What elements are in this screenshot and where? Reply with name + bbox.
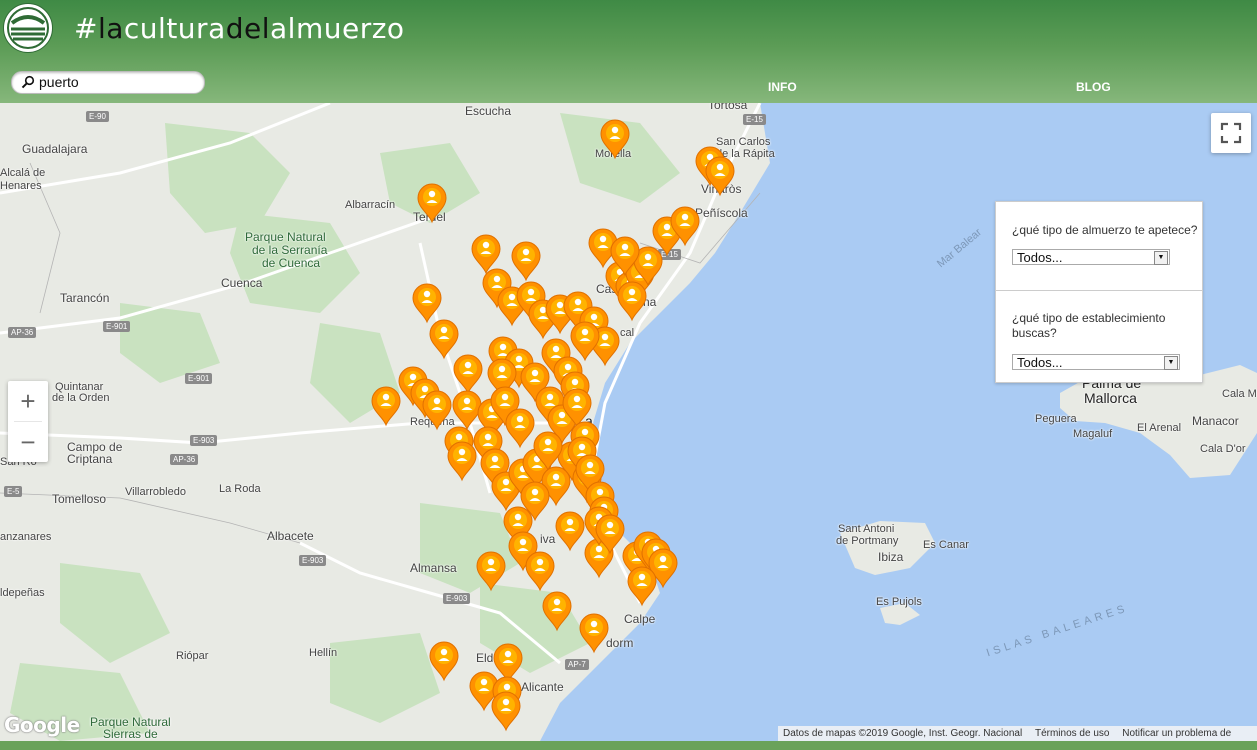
- map-marker[interactable]: [429, 641, 459, 682]
- map-attribution: Datos de mapas ©2019 Google, Inst. Geogr…: [778, 726, 1257, 741]
- map-marker[interactable]: [453, 354, 483, 395]
- map-marker[interactable]: [600, 119, 630, 160]
- map-marker[interactable]: [491, 691, 521, 732]
- map-data-credit: Datos de mapas ©2019 Google, Inst. Geogr…: [783, 728, 1023, 739]
- map-marker[interactable]: [617, 281, 647, 322]
- map-marker[interactable]: [505, 408, 535, 449]
- map-marker[interactable]: [627, 566, 657, 607]
- map-marker[interactable]: [476, 551, 506, 592]
- search-icon: [21, 75, 35, 89]
- search-box[interactable]: [11, 71, 205, 94]
- map-marker[interactable]: [412, 283, 442, 324]
- zoom-out-button[interactable]: −: [8, 422, 48, 462]
- map-marker[interactable]: [511, 241, 541, 282]
- title-part-del: del: [225, 12, 271, 45]
- map-marker[interactable]: [371, 386, 401, 427]
- title-part-cultura: cultura: [123, 12, 226, 45]
- establishment-type-value: Todos...: [1017, 355, 1063, 370]
- map-marker[interactable]: [705, 156, 735, 197]
- chevron-down-icon: ▼: [1164, 356, 1178, 370]
- site-title[interactable]: #laculturadelalmuerzo: [74, 12, 405, 45]
- map-marker[interactable]: [452, 390, 482, 431]
- establishment-type-select[interactable]: Todos... ▼: [1012, 354, 1180, 370]
- nav-blog-link[interactable]: BLOG: [1076, 80, 1111, 94]
- zoom-control: + −: [8, 381, 48, 462]
- filter-question-almuerzo: ¿qué tipo de almuerzo te apetece?: [1012, 223, 1198, 237]
- filter-divider: [996, 290, 1202, 291]
- search-input[interactable]: [39, 73, 199, 91]
- zoom-in-button[interactable]: +: [8, 381, 48, 421]
- site-logo[interactable]: [3, 3, 53, 53]
- filter-question-establecimiento: ¿qué tipo de establecimiento buscas?: [1012, 311, 1166, 340]
- fullscreen-icon: [1220, 122, 1242, 144]
- nav-info-link[interactable]: INFO: [768, 80, 797, 94]
- map-marker[interactable]: [471, 234, 501, 275]
- map-marker[interactable]: [555, 511, 585, 552]
- filter-panel: ¿qué tipo de almuerzo te apetece? Todos.…: [995, 201, 1203, 383]
- almuerzo-type-select[interactable]: Todos... ▼: [1012, 249, 1170, 265]
- map-marker[interactable]: [542, 591, 572, 632]
- title-part-almuerzo: almuerzo: [270, 12, 405, 45]
- map-marker[interactable]: [570, 321, 600, 362]
- title-part-la: la: [97, 12, 124, 45]
- terms-link[interactable]: Términos de uso: [1030, 728, 1114, 739]
- map-marker[interactable]: [579, 613, 609, 654]
- footer-bar: [0, 741, 1257, 750]
- header-bar: #laculturadelalmuerzo INFO BLOG: [0, 0, 1257, 103]
- map-canvas[interactable]: Escucha Tortosa San Carlos de la Rápita …: [0, 103, 1257, 741]
- fullscreen-button[interactable]: [1211, 113, 1251, 153]
- almuerzo-type-value: Todos...: [1017, 250, 1063, 265]
- map-marker[interactable]: [447, 441, 477, 482]
- map-marker[interactable]: [493, 643, 523, 684]
- map-marker[interactable]: [422, 390, 452, 431]
- title-hash: #: [74, 12, 98, 45]
- map-marker[interactable]: [429, 319, 459, 360]
- chevron-down-icon: ▼: [1154, 251, 1168, 265]
- google-logo: Google: [4, 713, 80, 737]
- map-marker[interactable]: [525, 551, 555, 592]
- map-marker[interactable]: [417, 183, 447, 224]
- marker-layer: [371, 119, 735, 732]
